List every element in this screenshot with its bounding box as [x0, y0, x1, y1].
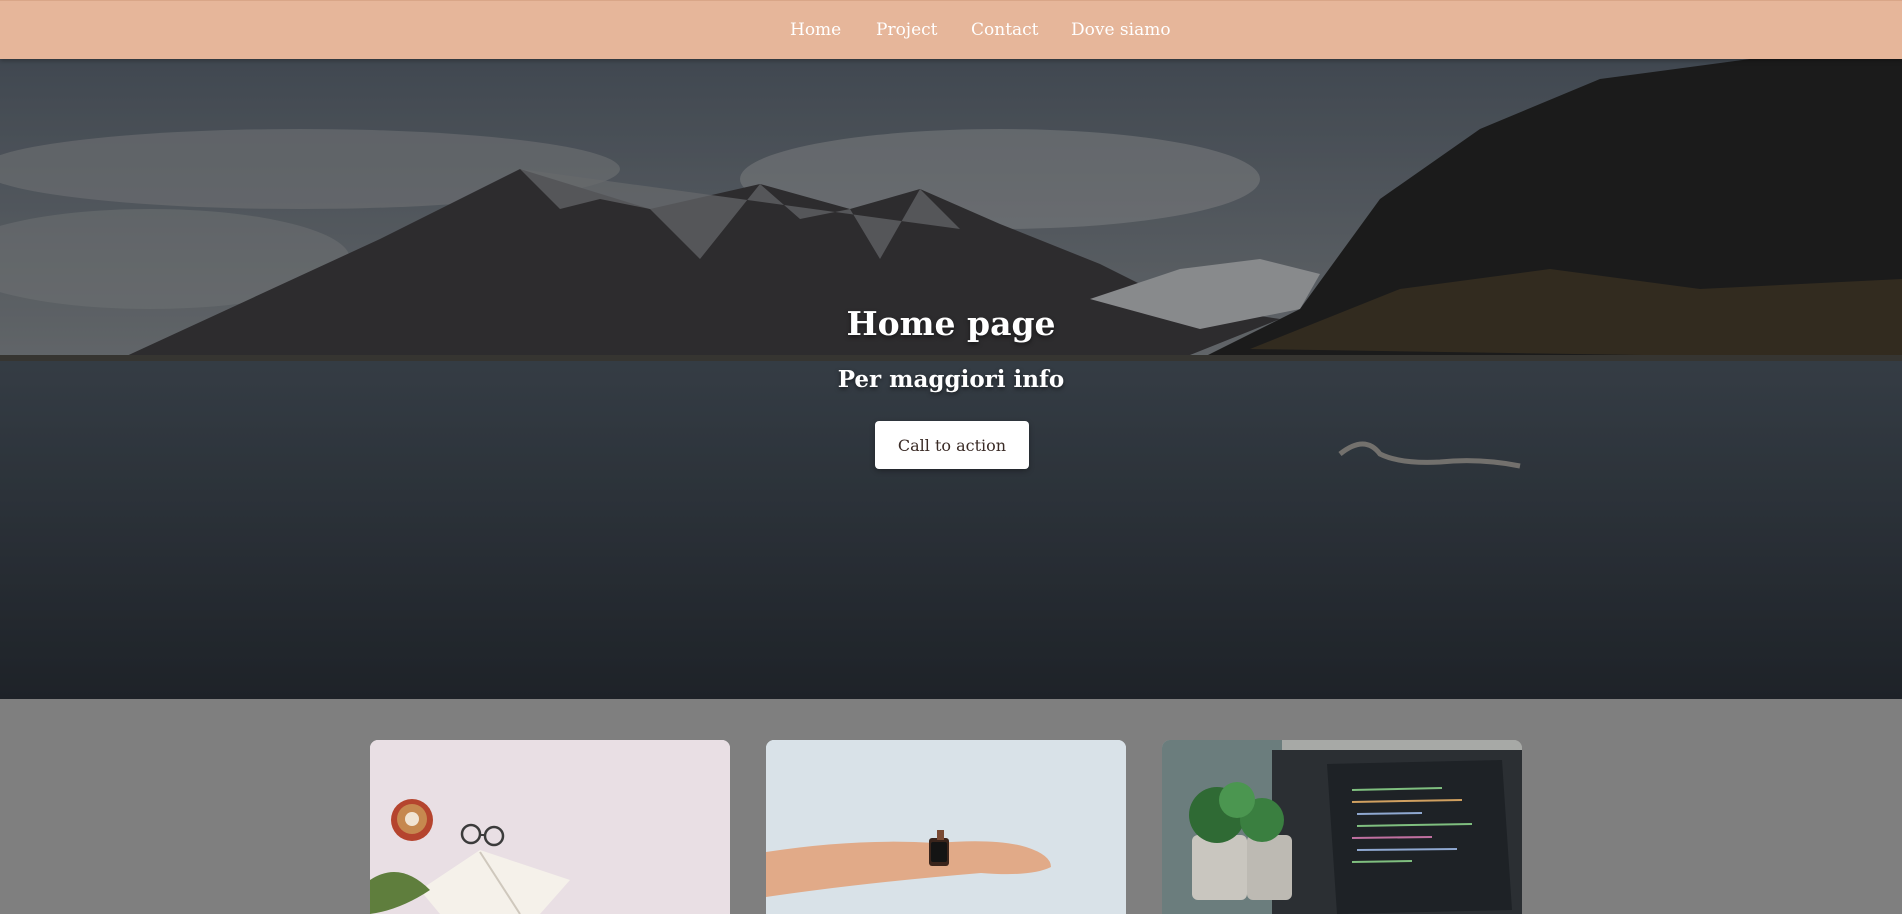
coffee-book-glasses-image [370, 740, 730, 914]
hero-subtitle: Per maggiori info [837, 366, 1065, 393]
hero-title: Home page [846, 304, 1056, 343]
card-laptop-plants[interactable] [1162, 740, 1522, 914]
nav-item-contact[interactable]: Contact [971, 1, 1039, 60]
card-smartwatch[interactable] [766, 740, 1126, 914]
top-navbar: Home Project Contact Dove siamo [0, 0, 1902, 59]
wrist-smartwatch-image [766, 740, 1126, 914]
plants-laptop-code-image [1162, 740, 1522, 914]
nav-item-home[interactable]: Home [790, 1, 841, 60]
hero-section: Home page Per maggiori info Call to acti… [0, 59, 1902, 699]
call-to-action-button[interactable]: Call to action [875, 421, 1029, 469]
card-coffee-book[interactable] [370, 740, 730, 914]
nav-item-dove-siamo[interactable]: Dove siamo [1071, 1, 1171, 60]
nav-item-project[interactable]: Project [876, 1, 937, 60]
